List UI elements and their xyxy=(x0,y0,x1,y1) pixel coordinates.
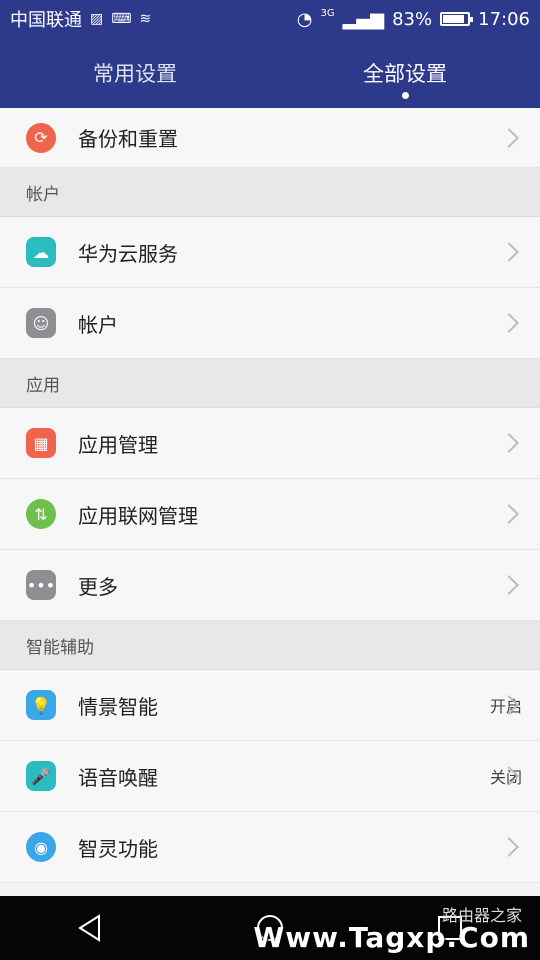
clock: 17:06 xyxy=(478,8,530,30)
row-more[interactable]: ••• 更多 xyxy=(0,550,540,621)
voice-icon: 🎤 xyxy=(26,761,56,791)
chevron-right-icon xyxy=(499,242,519,262)
chevron-right-icon xyxy=(499,837,519,857)
wifi-icon: ◔ xyxy=(296,8,313,30)
chevron-right-icon xyxy=(499,433,519,453)
row-label: 语音唤醒 xyxy=(78,765,158,790)
section-header-smart-assist: 智能辅助 xyxy=(0,621,540,670)
chevron-right-icon xyxy=(499,127,519,148)
network-arrows-icon: ⇅ xyxy=(26,499,56,529)
tab-all-settings[interactable]: 全部设置 xyxy=(270,38,540,108)
cloud-icon: ☁ xyxy=(26,237,56,267)
row-scene-intelligence[interactable]: 💡 情景智能 开启 xyxy=(0,670,540,741)
row-huawei-cloud[interactable]: ☁ 华为云服务 xyxy=(0,217,540,288)
smart-circle-icon: ◉ xyxy=(26,832,56,862)
network-type: 3G xyxy=(320,7,335,19)
selected-tab-indicator xyxy=(402,92,409,99)
keyboard-icon: ⌨ xyxy=(111,11,132,27)
status-icons: ▨ ⌨ ≋ xyxy=(90,11,151,27)
row-label: 智灵功能 xyxy=(78,836,158,861)
tab-label: 全部设置 xyxy=(363,62,447,86)
signal-icon: ▂▄▆ xyxy=(342,8,385,30)
row-label: 帐户 xyxy=(78,312,118,337)
row-account[interactable]: ☺ 帐户 xyxy=(0,288,540,359)
navigation-bar: 路由器之家 Www.Tagxp.Com xyxy=(0,896,540,960)
wifi-small-icon: ≋ xyxy=(139,11,152,27)
row-backup-reset[interactable]: ⟳ 备份和重置 xyxy=(0,108,540,168)
section-header-account: 帐户 xyxy=(0,168,540,217)
row-smart-features[interactable]: ◉ 智灵功能 xyxy=(0,812,540,883)
tab-label: 常用设置 xyxy=(93,62,177,86)
image-icon: ▨ xyxy=(90,11,104,27)
carrier-name: 中国联通 xyxy=(10,10,82,31)
backup-reset-icon: ⟳ xyxy=(26,122,56,153)
chevron-right-icon xyxy=(499,504,519,524)
chevron-right-icon xyxy=(499,575,519,595)
back-button[interactable] xyxy=(60,908,120,948)
person-icon: ☺ xyxy=(26,308,56,338)
tab-common-settings[interactable]: 常用设置 xyxy=(0,38,270,108)
watermark: Www.Tagxp.Com xyxy=(253,921,530,954)
battery-icon xyxy=(440,12,474,26)
app-grid-icon: ▦ xyxy=(26,428,56,458)
row-label: 更多 xyxy=(78,574,118,599)
battery-percent: 83% xyxy=(392,8,433,30)
row-app-management[interactable]: ▦ 应用管理 xyxy=(0,408,540,479)
row-label: 华为云服务 xyxy=(78,241,178,266)
back-icon xyxy=(78,914,100,942)
row-label: 应用管理 xyxy=(78,432,158,457)
row-voice-wakeup[interactable]: 🎤 语音唤醒 关闭 xyxy=(0,741,540,812)
more-dots-icon: ••• xyxy=(26,570,56,600)
chevron-right-icon xyxy=(499,313,519,333)
settings-tabs: 常用设置 全部设置 xyxy=(0,38,540,108)
lightbulb-icon: 💡 xyxy=(26,690,56,720)
status-bar: 中国联通 ▨ ⌨ ≋ ◔ 3G ▂▄▆ 83% 17:06 xyxy=(0,0,540,38)
section-header-apps: 应用 xyxy=(0,359,540,408)
settings-list: ⟳ 备份和重置 帐户 ☁ 华为云服务 ☺ 帐户 应用 ▦ 应用管理 ⇅ 应用联网… xyxy=(0,108,540,883)
row-label: 情景智能 xyxy=(78,694,158,719)
row-app-network-management[interactable]: ⇅ 应用联网管理 xyxy=(0,479,540,550)
status-right: ◔ 3G ▂▄▆ 83% 17:06 xyxy=(296,7,530,30)
row-label: 备份和重置 xyxy=(78,127,178,151)
row-label: 应用联网管理 xyxy=(78,503,198,528)
